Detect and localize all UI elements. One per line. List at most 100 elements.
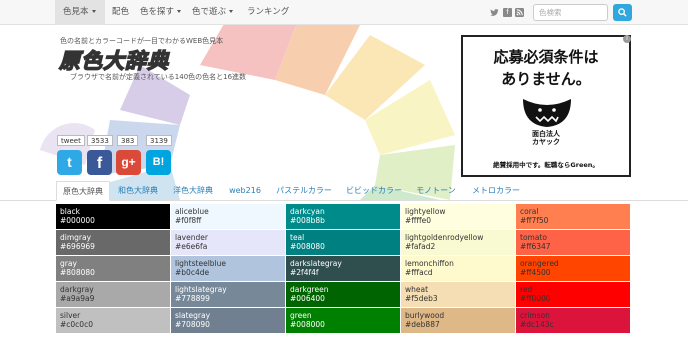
color-name: green (290, 311, 312, 320)
site-description: ブラウザで名前が定義されている140色の色名と16進数 (70, 73, 247, 81)
nav-item-color-scheme[interactable]: 配色 (112, 0, 129, 25)
nav-item-label: 色を探す (140, 7, 175, 17)
share-count: 383 (117, 135, 139, 146)
tab-monotone[interactable]: モノトーン (413, 181, 459, 201)
color-swatch[interactable]: teal #008080 (286, 230, 400, 255)
nav-item-play-color[interactable]: 色で遊ぶ (192, 0, 234, 25)
nav-item-label: 色見本 (63, 7, 89, 17)
tab-metro[interactable]: メトロカラー (467, 181, 525, 201)
search-button[interactable] (613, 4, 632, 21)
color-name: crimson (520, 311, 550, 320)
googleplus-share-icon[interactable]: g+ (116, 150, 141, 175)
nav-item-find-color[interactable]: 色を探す (140, 0, 182, 25)
palette-tabs: 原色大辞典 和色大辞典 洋色大辞典 web216 パステルカラー ビビッドカラー… (0, 181, 688, 201)
color-hex: #b0c4de (175, 268, 210, 277)
color-name: orangered (520, 259, 559, 268)
color-hex: #c0c0c0 (60, 320, 93, 329)
hatena-bookmark-icon[interactable]: B! (146, 150, 171, 175)
tab-web216[interactable]: web216 (225, 181, 265, 201)
color-swatch[interactable]: black #000000 (56, 204, 170, 229)
color-name: dimgray (60, 233, 92, 242)
color-swatch[interactable]: lightsteelblue #b0c4de (171, 256, 285, 281)
tab-vivid[interactable]: ビビッドカラー (343, 181, 405, 201)
color-hex: #696969 (60, 242, 95, 251)
ad-banner[interactable]: 応募必須条件は ありません。 面白法人 カヤック 絶賛採用中です。転職ならGre… (461, 35, 631, 177)
color-hex: #ff6347 (520, 242, 551, 251)
color-name: darkslategray (290, 259, 342, 268)
color-swatch[interactable]: darkslategray #2f4f4f (286, 256, 400, 281)
color-name: silver (60, 311, 81, 320)
ad-headline-2: ありません。 (501, 70, 591, 88)
site-logo[interactable]: 原色大辞典 (58, 45, 169, 75)
share-count: 3533 (87, 135, 113, 146)
color-swatch[interactable]: coral #ff7f50 (516, 204, 630, 229)
color-hex: #2f4f4f (290, 268, 319, 277)
color-hex: #ff0000 (520, 294, 551, 303)
color-hex: #fafad2 (405, 242, 436, 251)
tab-genshoku[interactable]: 原色大辞典 (56, 181, 110, 201)
color-swatch[interactable]: lightslategray #778899 (171, 282, 285, 307)
color-hex: #008080 (290, 242, 325, 251)
color-name: coral (520, 207, 539, 216)
nav-item-label: 配色 (112, 7, 130, 17)
ad-brand: 面白法人 カヤック (463, 130, 629, 146)
color-name: lightyellow (405, 207, 446, 216)
color-swatch[interactable]: lightyellow #ffffe0 (401, 204, 515, 229)
color-hex: #008000 (290, 320, 325, 329)
color-hex: #a9a9a9 (60, 294, 95, 303)
ad-brand-line: カヤック (532, 138, 560, 146)
tab-yoshoku[interactable]: 洋色大辞典 (170, 181, 216, 201)
color-hex: #ff4500 (520, 268, 551, 277)
color-name: darkgreen (290, 285, 329, 294)
chevron-down-icon (177, 10, 182, 13)
color-name: black (60, 207, 80, 216)
color-swatch[interactable]: crimson #dc143c (516, 308, 630, 333)
search-input[interactable] (533, 4, 608, 21)
color-swatch[interactable]: aliceblue #f0f8ff (171, 204, 285, 229)
color-name: aliceblue (175, 207, 209, 216)
nav-item-label: ランキング (247, 7, 290, 17)
color-swatch[interactable]: lavender #e6e6fa (171, 230, 285, 255)
color-name: darkgray (60, 285, 94, 294)
color-swatch[interactable]: darkgray #a9a9a9 (56, 282, 170, 307)
color-hex: #e6e6fa (175, 242, 208, 251)
color-swatch[interactable]: tomato #ff6347 (516, 230, 630, 255)
color-swatch[interactable]: wheat #f5deb3 (401, 282, 515, 307)
color-name: lemonchiffon (405, 259, 454, 268)
color-swatch[interactable]: orangered #ff4500 (516, 256, 630, 281)
color-swatch[interactable]: lightgoldenrodyellow #fafad2 (401, 230, 515, 255)
color-swatch[interactable]: gray #808080 (56, 256, 170, 281)
facebook-share-icon[interactable]: f (87, 150, 112, 175)
color-name: lavender (175, 233, 208, 242)
search-icon (618, 8, 627, 17)
twitter-share-icon[interactable]: t (57, 150, 82, 175)
chevron-down-icon (229, 10, 234, 13)
color-name: lightslategray (175, 285, 227, 294)
color-swatch[interactable]: slategray #708090 (171, 308, 285, 333)
nav-item-ranking[interactable]: ランキング (247, 0, 289, 25)
color-name: wheat (405, 285, 429, 294)
tab-washoku[interactable]: 和色大辞典 (115, 181, 161, 201)
color-hex: #778899 (175, 294, 210, 303)
color-swatch[interactable]: silver #c0c0c0 (56, 308, 170, 333)
color-hex: #fffacd (405, 268, 433, 277)
color-swatch[interactable]: red #ff0000 (516, 282, 630, 307)
color-swatch[interactable]: darkcyan #008b8b (286, 204, 400, 229)
color-name: slategray (175, 311, 211, 320)
ad-info-icon[interactable]: i (623, 35, 631, 43)
twitter-icon[interactable] (490, 8, 499, 17)
color-swatch[interactable]: burlywood #deb887 (401, 308, 515, 333)
rss-icon[interactable] (515, 8, 524, 17)
color-swatch[interactable]: darkgreen #006400 (286, 282, 400, 307)
facebook-icon[interactable]: f (503, 8, 512, 17)
color-swatch[interactable]: dimgray #696969 (56, 230, 170, 255)
nav-item-color-samples[interactable]: 色見本 (55, 0, 105, 25)
color-hex: #dc143c (520, 320, 554, 329)
tweet-label[interactable]: tweet (57, 135, 85, 146)
tab-pastel[interactable]: パステルカラー (274, 181, 334, 201)
ad-brand-line: 面白法人 (532, 130, 560, 138)
color-swatch[interactable]: lemonchiffon #fffacd (401, 256, 515, 281)
color-hex: #f5deb3 (405, 294, 438, 303)
color-hex: #f0f8ff (175, 216, 202, 225)
color-swatch[interactable]: green #008000 (286, 308, 400, 333)
